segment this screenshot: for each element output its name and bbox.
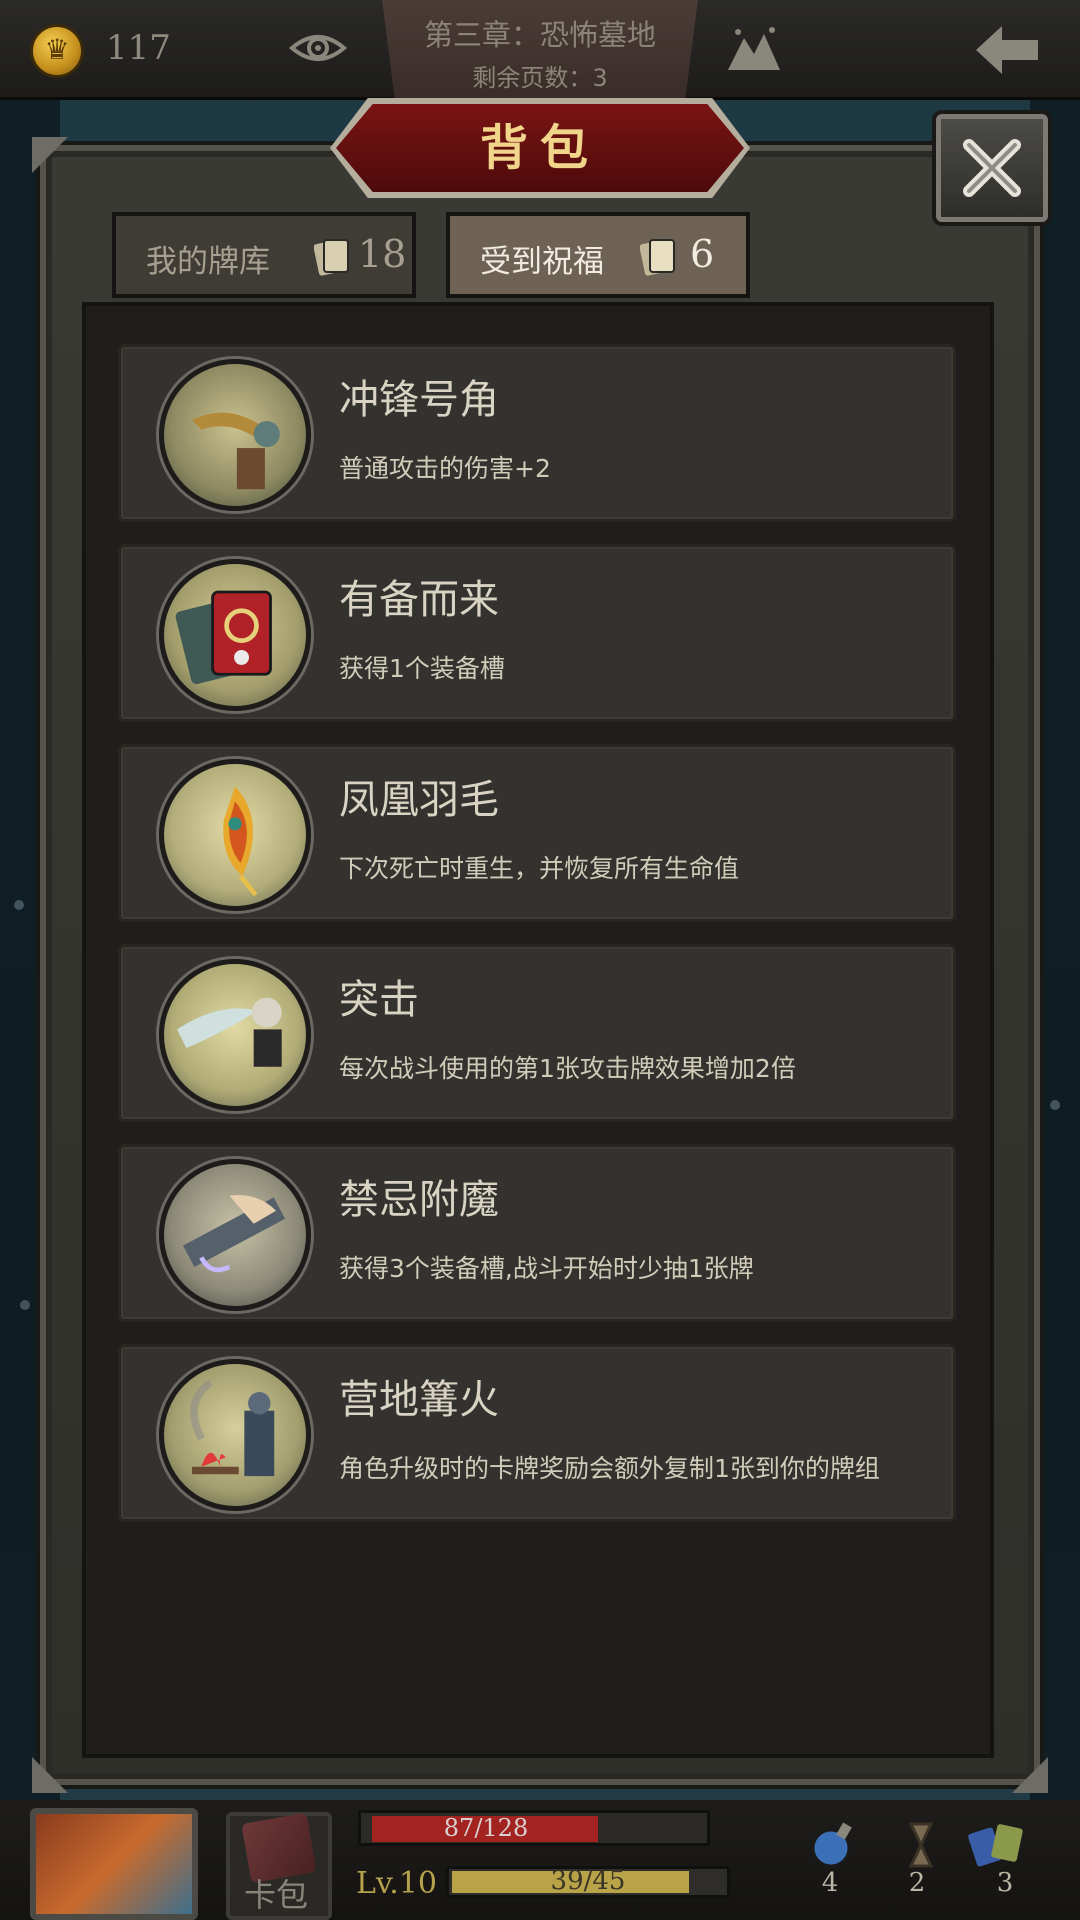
blessing-desc: 下次死亡时重生，并恢复所有生命值	[339, 854, 740, 883]
phoenix-feather-icon	[159, 759, 311, 911]
tab-label: 受到祝福	[480, 244, 604, 280]
back-arrow-icon[interactable]	[972, 22, 1042, 78]
campfire-icon	[159, 1359, 311, 1511]
eye-icon[interactable]	[288, 26, 348, 70]
blessing-item[interactable]: 凤凰羽毛 下次死亡时重生，并恢复所有生命值	[118, 744, 956, 922]
hero-portrait[interactable]	[30, 1808, 198, 1920]
tab-label: 我的牌库	[146, 244, 270, 280]
blessing-item[interactable]: 营地篝火 角色升级时的卡牌奖励会额外复制1张到你的牌组	[118, 1344, 956, 1522]
map-icon[interactable]	[724, 24, 784, 74]
tab-blessings[interactable]: 受到祝福 6	[446, 212, 750, 298]
blessing-name: 凤凰羽毛	[339, 777, 499, 823]
card-bag-label: 卡包	[244, 1876, 309, 1914]
blessing-item[interactable]: 禁忌附魔 获得3个装备槽,战斗开始时少抽1张牌	[118, 1144, 956, 1322]
blessing-item[interactable]: 冲锋号角 普通攻击的伤害+2	[118, 344, 956, 522]
blessing-desc: 获得3个装备槽,战斗开始时少抽1张牌	[339, 1254, 754, 1283]
hourglass-count: 2	[908, 1868, 926, 1898]
blessing-name: 突击	[339, 977, 419, 1023]
panel-title: 背包	[479, 120, 600, 176]
blessing-desc: 角色升级时的卡牌奖励会额外复制1张到你的牌组	[339, 1454, 880, 1483]
potion-count: 4	[821, 1868, 839, 1898]
cards-icon[interactable]	[966, 1820, 1036, 1870]
pages-remaining: 剩余页数：3	[472, 64, 608, 92]
blessing-name: 冲锋号角	[339, 377, 499, 423]
blessing-name: 营地篝火	[339, 1377, 499, 1423]
blessing-desc: 普通攻击的伤害+2	[339, 454, 551, 483]
hourglass-icon[interactable]	[886, 1820, 956, 1870]
forbidden-enchant-icon	[159, 1159, 311, 1311]
blessing-desc: 每次战斗使用的第1张攻击牌效果增加2倍	[339, 1054, 796, 1083]
card-icon	[640, 239, 675, 276]
tab-count: 6	[690, 232, 715, 276]
chapter-banner: 第三章：恐怖墓地 剩余页数：3	[382, 0, 698, 98]
level-label: Lv.10	[356, 1866, 438, 1901]
war-horn-icon	[159, 359, 311, 511]
potion-icon[interactable]	[796, 1820, 866, 1870]
card-slot-icon	[159, 559, 311, 711]
close-button[interactable]	[936, 114, 1048, 222]
blessing-name: 禁忌附魔	[339, 1177, 499, 1223]
blessing-item[interactable]: 突击 每次战斗使用的第1张攻击牌效果增加2倍	[118, 944, 956, 1122]
chapter-title: 第三章：恐怖墓地	[423, 18, 656, 52]
gold-coin-icon	[30, 24, 84, 78]
card-icon	[314, 239, 349, 276]
blessing-name: 有备而来	[339, 577, 499, 623]
assault-icon	[159, 959, 311, 1111]
coin-count: 117	[106, 28, 171, 68]
blessing-item[interactable]: 有备而来 获得1个装备槽	[118, 544, 956, 722]
tab-count: 18	[358, 232, 407, 276]
hp-text: 87/128	[443, 1814, 529, 1842]
cards-count: 3	[996, 1868, 1014, 1898]
close-icon	[963, 139, 1021, 197]
tab-my-deck[interactable]: 我的牌库 18	[112, 212, 416, 298]
xp-text: 39/45	[550, 1866, 626, 1896]
blessing-desc: 获得1个装备槽	[339, 654, 505, 683]
